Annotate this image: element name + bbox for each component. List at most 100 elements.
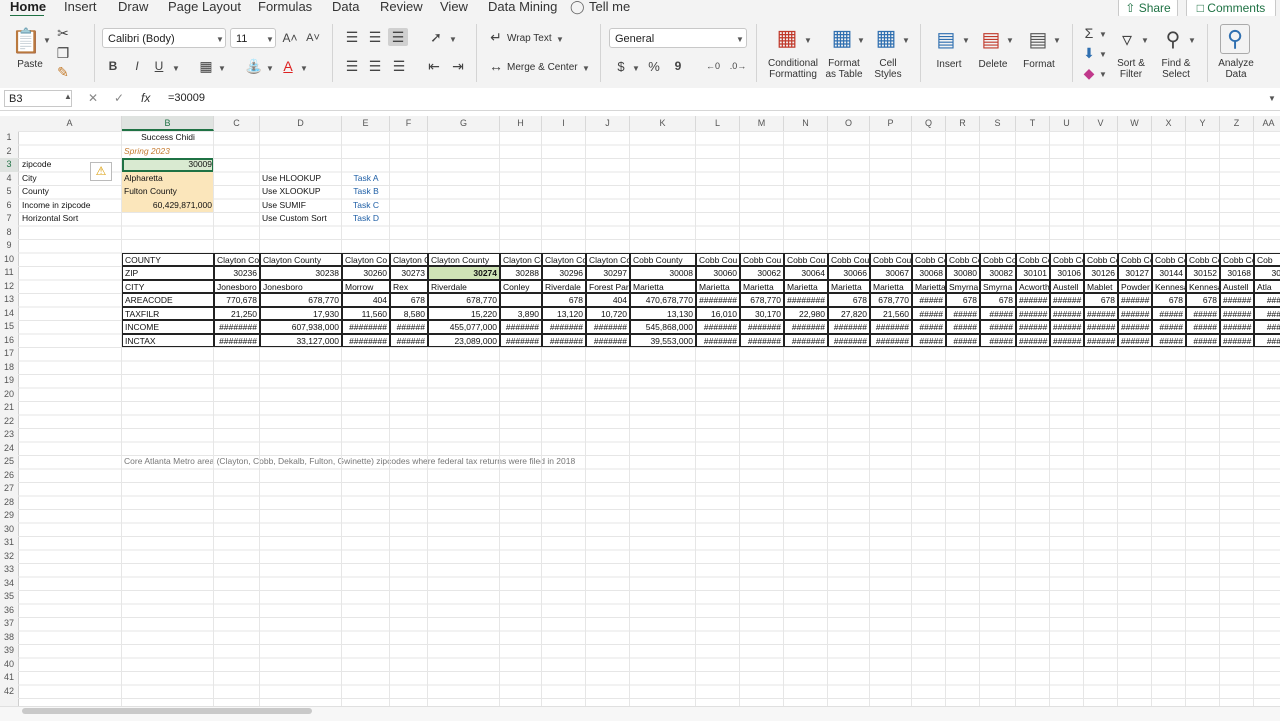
row-header[interactable]: 36 xyxy=(0,604,18,618)
align-right-icon[interactable]: ☰ xyxy=(391,58,407,74)
table-cell[interactable]: ##### xyxy=(1186,306,1220,320)
font-name-select[interactable]: Calibri (Body) xyxy=(102,28,226,48)
row-header[interactable]: 14 xyxy=(0,307,18,321)
chevron-down-icon[interactable]: ▼ xyxy=(266,64,274,73)
align-center-icon[interactable]: ☰ xyxy=(367,58,383,74)
chevron-down-icon[interactable]: ▼ xyxy=(449,35,457,44)
conditional-formatting-button[interactable]: Conditional Formatting xyxy=(763,58,823,80)
table-cell[interactable]: ######## xyxy=(784,293,828,307)
table-cell[interactable]: 30274 xyxy=(428,266,500,280)
row-header[interactable]: 4 xyxy=(0,172,18,186)
table-cell[interactable]: ####### xyxy=(586,333,630,347)
column-header[interactable]: H xyxy=(500,116,542,131)
format-button[interactable]: Format xyxy=(1018,59,1060,70)
table-cell[interactable]: 30297 xyxy=(586,266,630,280)
table-cell[interactable]: Clayton Co xyxy=(342,252,390,266)
table-cell[interactable]: Conley xyxy=(500,279,542,293)
column-header[interactable]: E xyxy=(342,116,390,131)
chevron-down-icon[interactable]: ▼ xyxy=(804,36,812,45)
table-cell[interactable]: 30068 xyxy=(912,266,946,280)
cell-a3[interactable]: zipcode xyxy=(20,158,90,172)
cell-a5[interactable]: County xyxy=(20,185,120,199)
currency-button[interactable]: $ xyxy=(614,59,628,74)
column-header[interactable]: B xyxy=(122,116,214,131)
table-cell[interactable]: Clayton Co xyxy=(214,252,260,266)
table-cell[interactable]: Marietta xyxy=(784,279,828,293)
cell-e6[interactable]: Task C xyxy=(343,199,389,213)
cut-icon[interactable]: ✂ xyxy=(56,25,70,41)
table-cell[interactable]: 678,770 xyxy=(740,293,784,307)
table-cell[interactable]: 8,580 xyxy=(390,306,428,320)
table-label[interactable]: TAXFILR xyxy=(122,306,214,320)
chevron-down-icon[interactable]: ▲ xyxy=(64,92,72,101)
row-header[interactable]: 8 xyxy=(0,226,18,240)
row-header[interactable]: 37 xyxy=(0,617,18,631)
table-cell[interactable]: 13,130 xyxy=(630,306,696,320)
row-header[interactable]: 5 xyxy=(0,185,18,199)
percent-button[interactable]: % xyxy=(646,59,662,74)
cell-b6[interactable]: 60,429,871,000 xyxy=(122,198,214,212)
table-cell[interactable]: Smyrna xyxy=(946,279,980,293)
table-cell[interactable]: 678 xyxy=(542,293,586,307)
analyze-data-icon[interactable]: ⚲ xyxy=(1220,24,1250,54)
column-header[interactable]: G xyxy=(428,116,500,131)
table-cell[interactable]: ####### xyxy=(870,333,912,347)
tab-page-layout[interactable]: Page Layout xyxy=(168,0,241,14)
column-header[interactable]: D xyxy=(260,116,342,131)
chevron-down-icon[interactable]: ▼ xyxy=(300,64,308,73)
chevron-down-icon[interactable]: ▼ xyxy=(1141,36,1149,45)
tab-data-mining[interactable]: Data Mining xyxy=(488,0,557,14)
table-cell[interactable]: 30296 xyxy=(542,266,586,280)
search-icon[interactable]: ⚲ xyxy=(1160,26,1186,52)
table-cell[interactable]: ###### xyxy=(1118,320,1152,334)
chevron-down-icon[interactable]: ▼ xyxy=(1006,36,1014,45)
table-cell[interactable]: ### xyxy=(1254,293,1280,307)
confirm-icon[interactable]: ✓ xyxy=(114,91,124,105)
table-cell[interactable]: Kennesa xyxy=(1186,279,1220,293)
table-cell[interactable]: Cobb Cou xyxy=(828,252,870,266)
table-cell[interactable]: 545,868,000 xyxy=(630,320,696,334)
table-cell[interactable]: ######## xyxy=(342,333,390,347)
fill-color-icon[interactable]: ⛲ xyxy=(245,58,262,74)
table-cell[interactable]: Marietta xyxy=(696,279,740,293)
column-header[interactable]: S xyxy=(980,116,1016,131)
cell-b3[interactable]: 30009 xyxy=(122,158,214,172)
chevron-down-icon[interactable]: ▼ xyxy=(962,36,970,45)
table-cell[interactable]: ### xyxy=(1254,333,1280,347)
cell-b25-note[interactable]: Core Atlanta Metro area (Clayton, Cobb, … xyxy=(122,455,722,469)
insert-cells-icon[interactable]: ▤ xyxy=(932,26,960,52)
delete-button[interactable]: Delete xyxy=(974,59,1012,70)
insert-button[interactable]: Insert xyxy=(930,59,968,70)
cell-area[interactable]: Success Chidi Spring 2023 zipcode 30009 … xyxy=(18,131,1280,708)
cell-a6[interactable]: Income in zipcode xyxy=(20,199,120,213)
format-as-table-button[interactable]: Format as Table xyxy=(822,58,866,80)
table-cell[interactable]: Smyrna xyxy=(980,279,1016,293)
table-cell[interactable]: Rex xyxy=(390,279,428,293)
table-cell[interactable]: ####### xyxy=(586,320,630,334)
row-header[interactable]: 28 xyxy=(0,496,18,510)
cell-e7[interactable]: Task D xyxy=(343,212,389,226)
table-cell[interactable]: 10,720 xyxy=(586,306,630,320)
table-cell[interactable]: Marietta xyxy=(740,279,784,293)
table-cell[interactable]: ######## xyxy=(342,320,390,334)
table-cell[interactable]: ##### xyxy=(1186,320,1220,334)
table-label[interactable]: ZIP xyxy=(122,266,214,280)
tab-tell-me[interactable]: Tell me xyxy=(589,0,630,14)
table-cell[interactable]: ######## xyxy=(214,333,260,347)
table-cell[interactable]: Riverdale xyxy=(542,279,586,293)
column-header[interactable]: M xyxy=(740,116,784,131)
table-cell[interactable]: ##### xyxy=(912,333,946,347)
chevron-down-icon[interactable]: ▼ xyxy=(857,36,865,45)
table-label[interactable]: COUNTY xyxy=(122,252,214,266)
table-cell[interactable]: ###### xyxy=(1220,306,1254,320)
tab-draw[interactable]: Draw xyxy=(118,0,148,14)
chevron-down-icon[interactable]: ▼ xyxy=(1099,70,1107,79)
table-cell[interactable]: ###### xyxy=(1050,333,1084,347)
table-cell[interactable]: ##### xyxy=(946,320,980,334)
tab-review[interactable]: Review xyxy=(380,0,423,14)
cell-a7[interactable]: Horizontal Sort xyxy=(20,212,120,226)
table-cell[interactable]: Cobb Co xyxy=(1016,252,1050,266)
row-header[interactable]: 9 xyxy=(0,239,18,253)
table-cell[interactable]: ####### xyxy=(828,320,870,334)
table-cell[interactable]: 21,250 xyxy=(214,306,260,320)
